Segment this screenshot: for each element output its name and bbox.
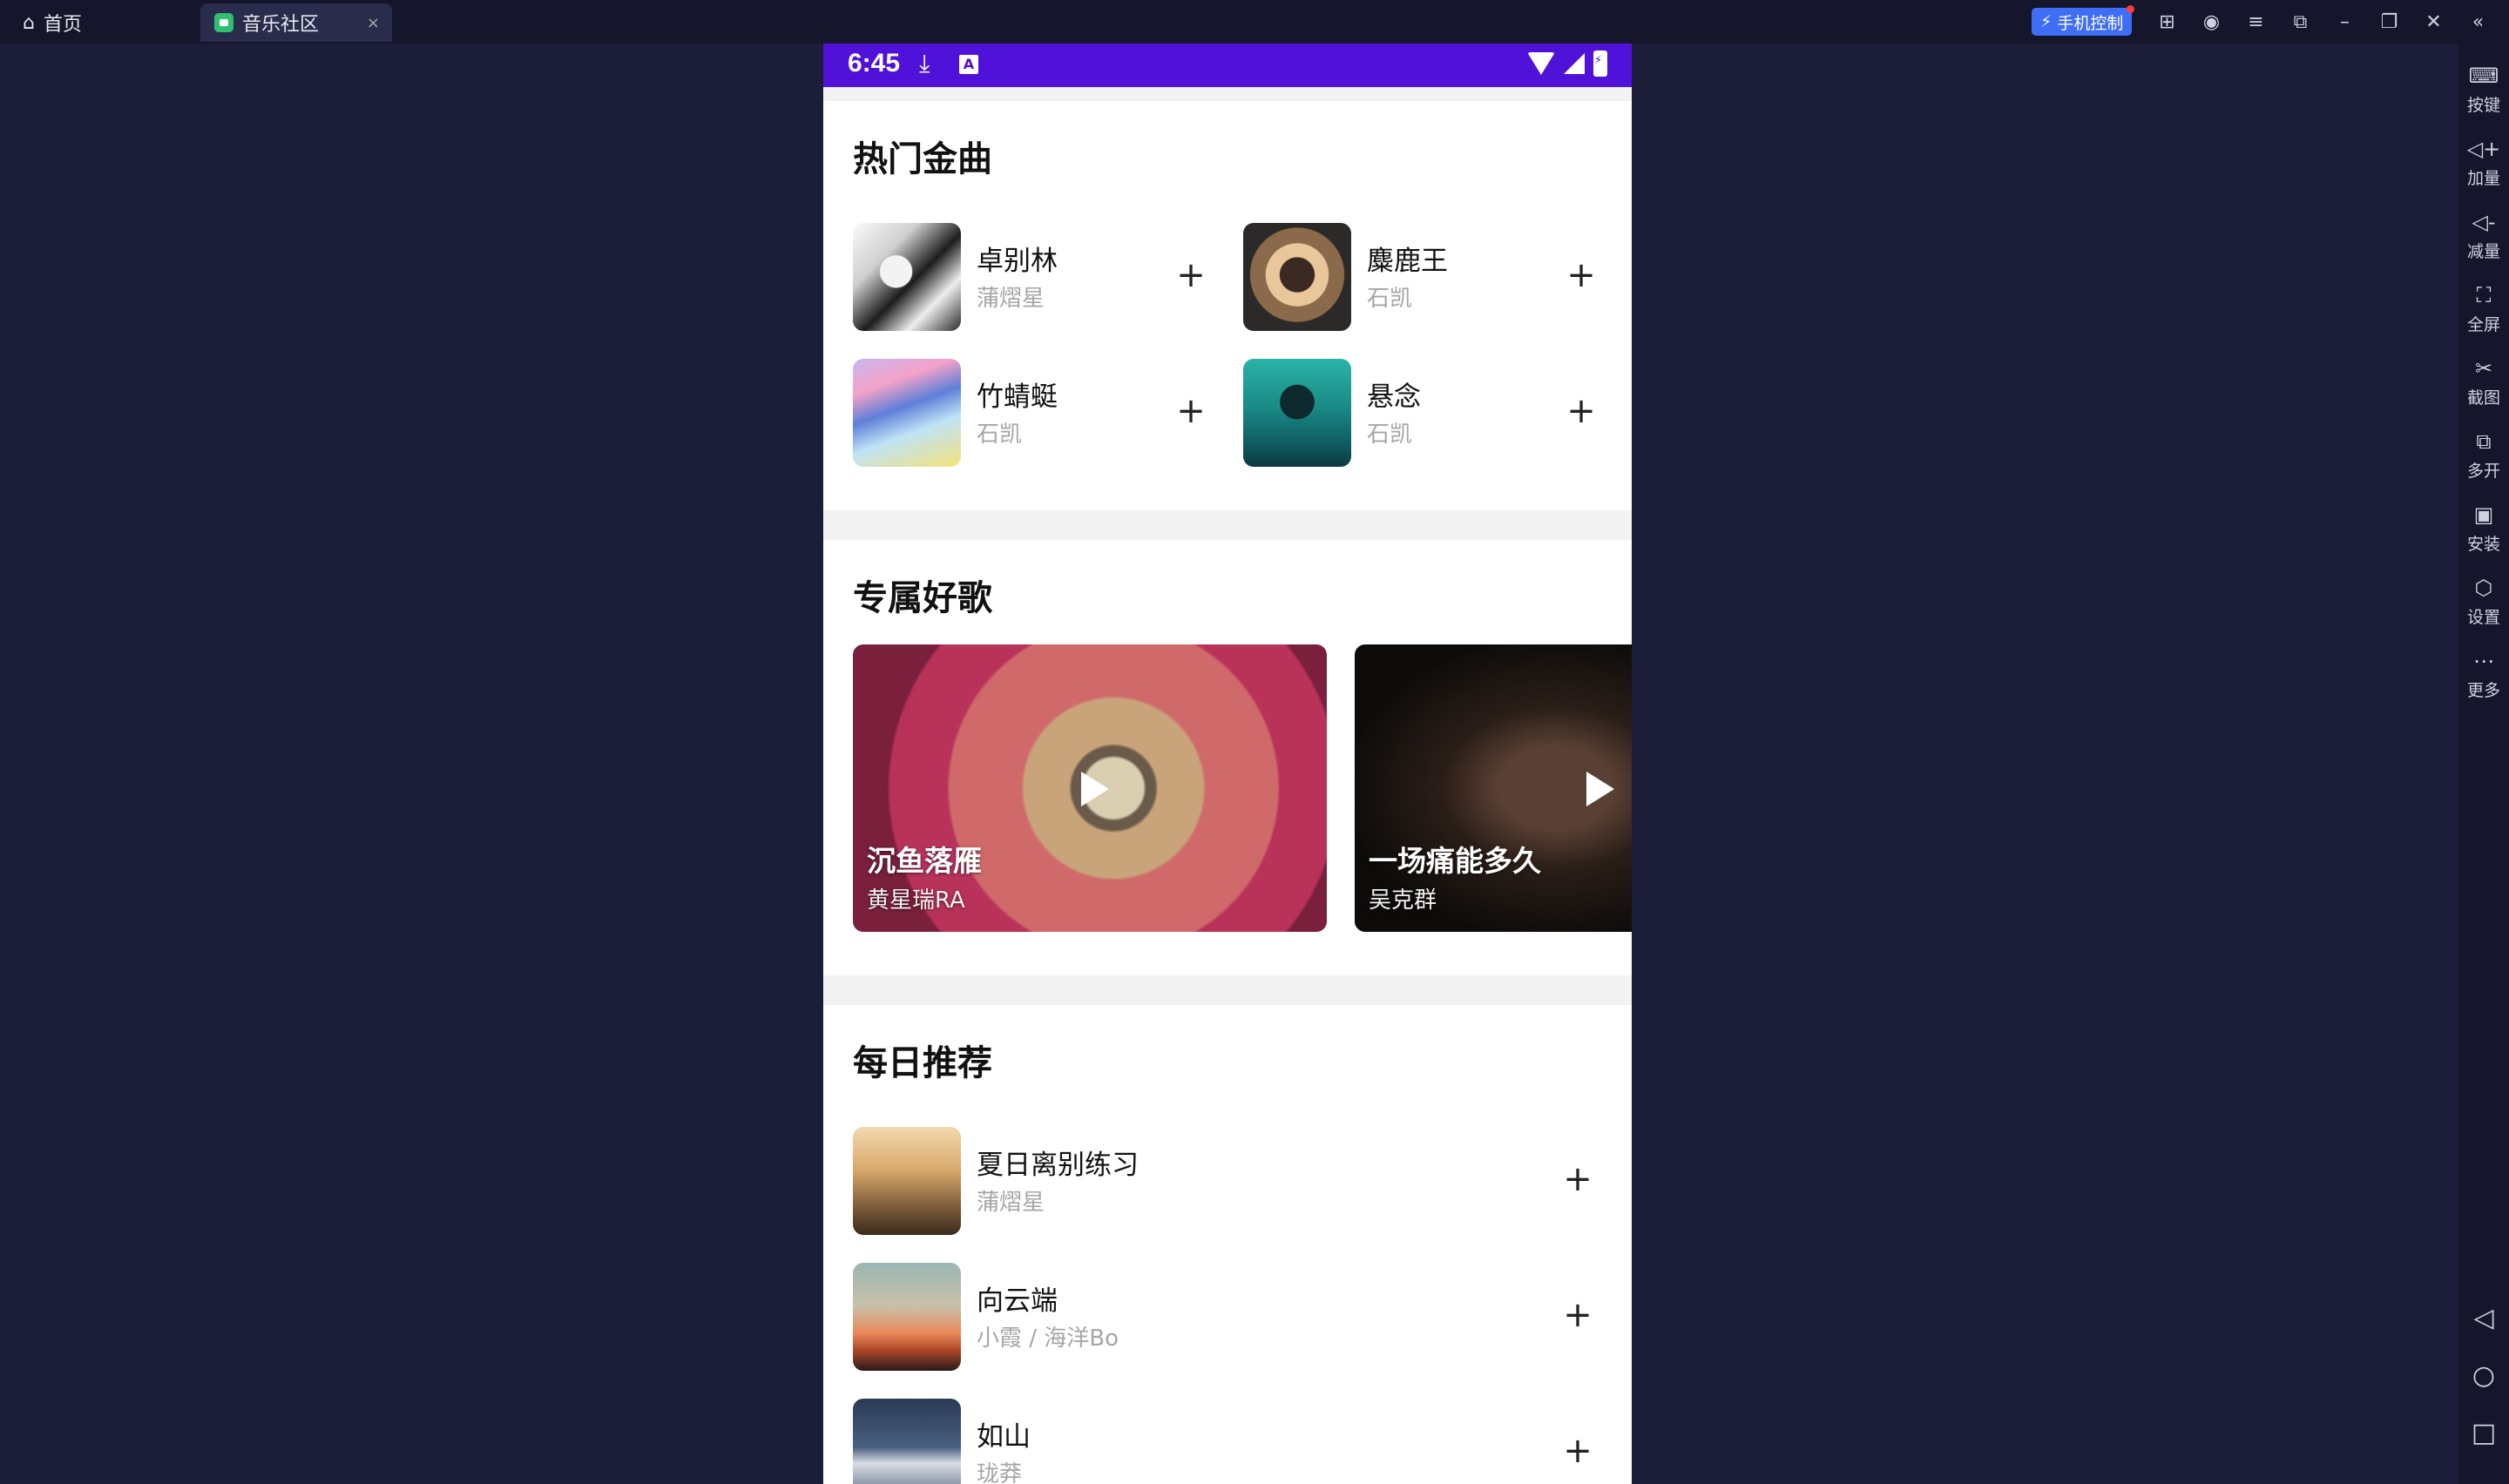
app-icon [214, 13, 233, 32]
list-item[interactable]: 卓别林 蒲熠星 + [853, 223, 1210, 331]
play-icon[interactable] [1081, 772, 1109, 806]
album-cover [1243, 223, 1351, 331]
album-cover [853, 1127, 961, 1235]
more-icon: ⋯ [2473, 649, 2494, 673]
wifi-icon [1527, 52, 1555, 75]
section-title-exclusive: 专属好歌 [853, 578, 992, 618]
account-icon[interactable]: ◉ [2189, 11, 2234, 33]
add-button[interactable]: + [1172, 249, 1210, 301]
album-cover [853, 1399, 961, 1484]
sidebar-item-more[interactable]: ⋯ 更多 [2458, 648, 2509, 701]
keyboard-indicator-icon: A [959, 55, 978, 74]
section-title-daily: 每日推荐 [853, 1043, 992, 1083]
gamepad-icon[interactable]: ⊞ [2145, 11, 2189, 33]
apk-install-icon: ▣ [2473, 503, 2494, 527]
home-tab-label: 首页 [43, 14, 82, 36]
sidebar-item-volume-down[interactable]: ◁- 减量 [2458, 209, 2509, 262]
sidebar-item-settings[interactable]: ⬡ 设置 [2458, 575, 2509, 628]
home-icon: ⌂ [23, 11, 35, 34]
status-time: 6:45 [848, 49, 901, 78]
resize-icon[interactable]: ⧉ [2278, 11, 2323, 33]
music-community-tab[interactable]: 音乐社区 × [200, 3, 392, 42]
list-item[interactable]: 如山 珑莽 + [853, 1399, 1602, 1484]
music-tab-label: 音乐社区 [242, 14, 320, 36]
add-button[interactable]: + [1172, 385, 1210, 437]
list-item[interactable]: 竹蜻蜓 石凯 + [853, 359, 1210, 467]
add-button[interactable]: + [1562, 249, 1600, 301]
home-tab[interactable]: ⌂ 首页 [23, 3, 82, 42]
add-button[interactable]: + [1559, 1289, 1597, 1341]
sidebar-item-multi[interactable]: ⧉ 多开 [2458, 428, 2509, 482]
close-tab-icon[interactable]: × [367, 14, 380, 32]
sidebar-item-install[interactable]: ▣ 安装 [2458, 502, 2509, 555]
section-divider [823, 510, 1632, 540]
volume-down-icon: ◁- [2472, 210, 2496, 234]
sidebar-item-fullscreen[interactable]: ⛶ 全屏 [2458, 282, 2509, 335]
sidebar-item-keys[interactable]: ⌨ 按键 [2458, 63, 2509, 116]
settings-icon: ⬡ [2474, 576, 2493, 600]
download-icon: ⤓ [919, 49, 930, 78]
lightning-icon: ⚡ [2040, 12, 2053, 31]
fullscreen-icon: ⛶ [2476, 283, 2492, 307]
album-cover [853, 1263, 961, 1371]
add-button[interactable]: + [1559, 1425, 1597, 1477]
multi-instance-icon: ⧉ [2476, 429, 2492, 454]
add-button[interactable]: + [1562, 385, 1600, 437]
volume-up-icon: ◁+ [2466, 137, 2501, 161]
album-cover [853, 223, 961, 331]
sidebar-item-screenshot[interactable]: ✂ 截图 [2458, 355, 2509, 408]
keyboard-icon: ⌨ [2468, 64, 2499, 88]
window-controls: ⊞ ◉ ≡ ⧉ – ❐ ✕ « [2145, 0, 2500, 44]
sidebar-item-volume-up[interactable]: ◁+ 加量 [2458, 136, 2509, 189]
add-button[interactable]: + [1559, 1153, 1597, 1205]
battery-icon [1593, 51, 1607, 77]
play-icon[interactable] [1586, 772, 1614, 806]
list-item[interactable]: 悬念 石凯 + [1243, 359, 1600, 467]
exclusive-card[interactable]: 一场痛能多久 吴克群 [1355, 644, 1632, 932]
menu-icon[interactable]: ≡ [2234, 11, 2278, 33]
restore-icon[interactable]: ❐ [2367, 11, 2411, 33]
minimize-icon[interactable]: – [2323, 11, 2367, 33]
home-circle-icon[interactable]: ○ [2458, 1360, 2509, 1391]
notification-dot [2127, 5, 2135, 13]
album-cover [853, 359, 961, 467]
collapse-sidebar-icon[interactable]: « [2456, 11, 2500, 33]
close-window-icon[interactable]: ✕ [2411, 11, 2456, 33]
phone-control-label: 手机控制 [2057, 13, 2124, 33]
right-toolbar: ⌨ 按键 ◁+ 加量 ◁- 减量 ⛶ 全屏 ✂ 截图 ⧉ 多开 ▣ 安装 ⬡ 设… [2458, 44, 2509, 1484]
exclusive-card[interactable]: 沉鱼落雁 黄星瑞RA [853, 644, 1327, 932]
section-divider [823, 87, 1632, 101]
status-bar: 6:45 ⤓ A [823, 44, 1632, 87]
list-item[interactable]: 麋鹿王 石凯 + [1243, 223, 1600, 331]
list-item[interactable]: 夏日离别练习 蒲熠星 + [853, 1127, 1602, 1235]
album-cover [1243, 359, 1351, 467]
list-item[interactable]: 向云端 小霞 / 海洋Bo + [853, 1263, 1602, 1371]
section-title-hot: 热门金曲 [853, 139, 992, 179]
phone-screen: 6:45 ⤓ A 热门金曲 卓别林 蒲熠星 + 麋鹿王 石凯 + 竹蜻蜓 石凯 … [823, 44, 1632, 1484]
emulator-title-bar: ⌂ 首页 音乐社区 × ⚡ 手机控制 ⊞ ◉ ≡ ⧉ – ❐ ✕ « [0, 0, 2509, 44]
back-icon[interactable]: ◁ [2458, 1303, 2509, 1333]
screenshot-icon: ✂ [2474, 356, 2493, 381]
signal-icon [1564, 53, 1585, 74]
phone-control-button[interactable]: ⚡ 手机控制 [2032, 5, 2135, 36]
recents-icon[interactable]: □ [2458, 1418, 2509, 1448]
section-divider [823, 975, 1632, 1005]
